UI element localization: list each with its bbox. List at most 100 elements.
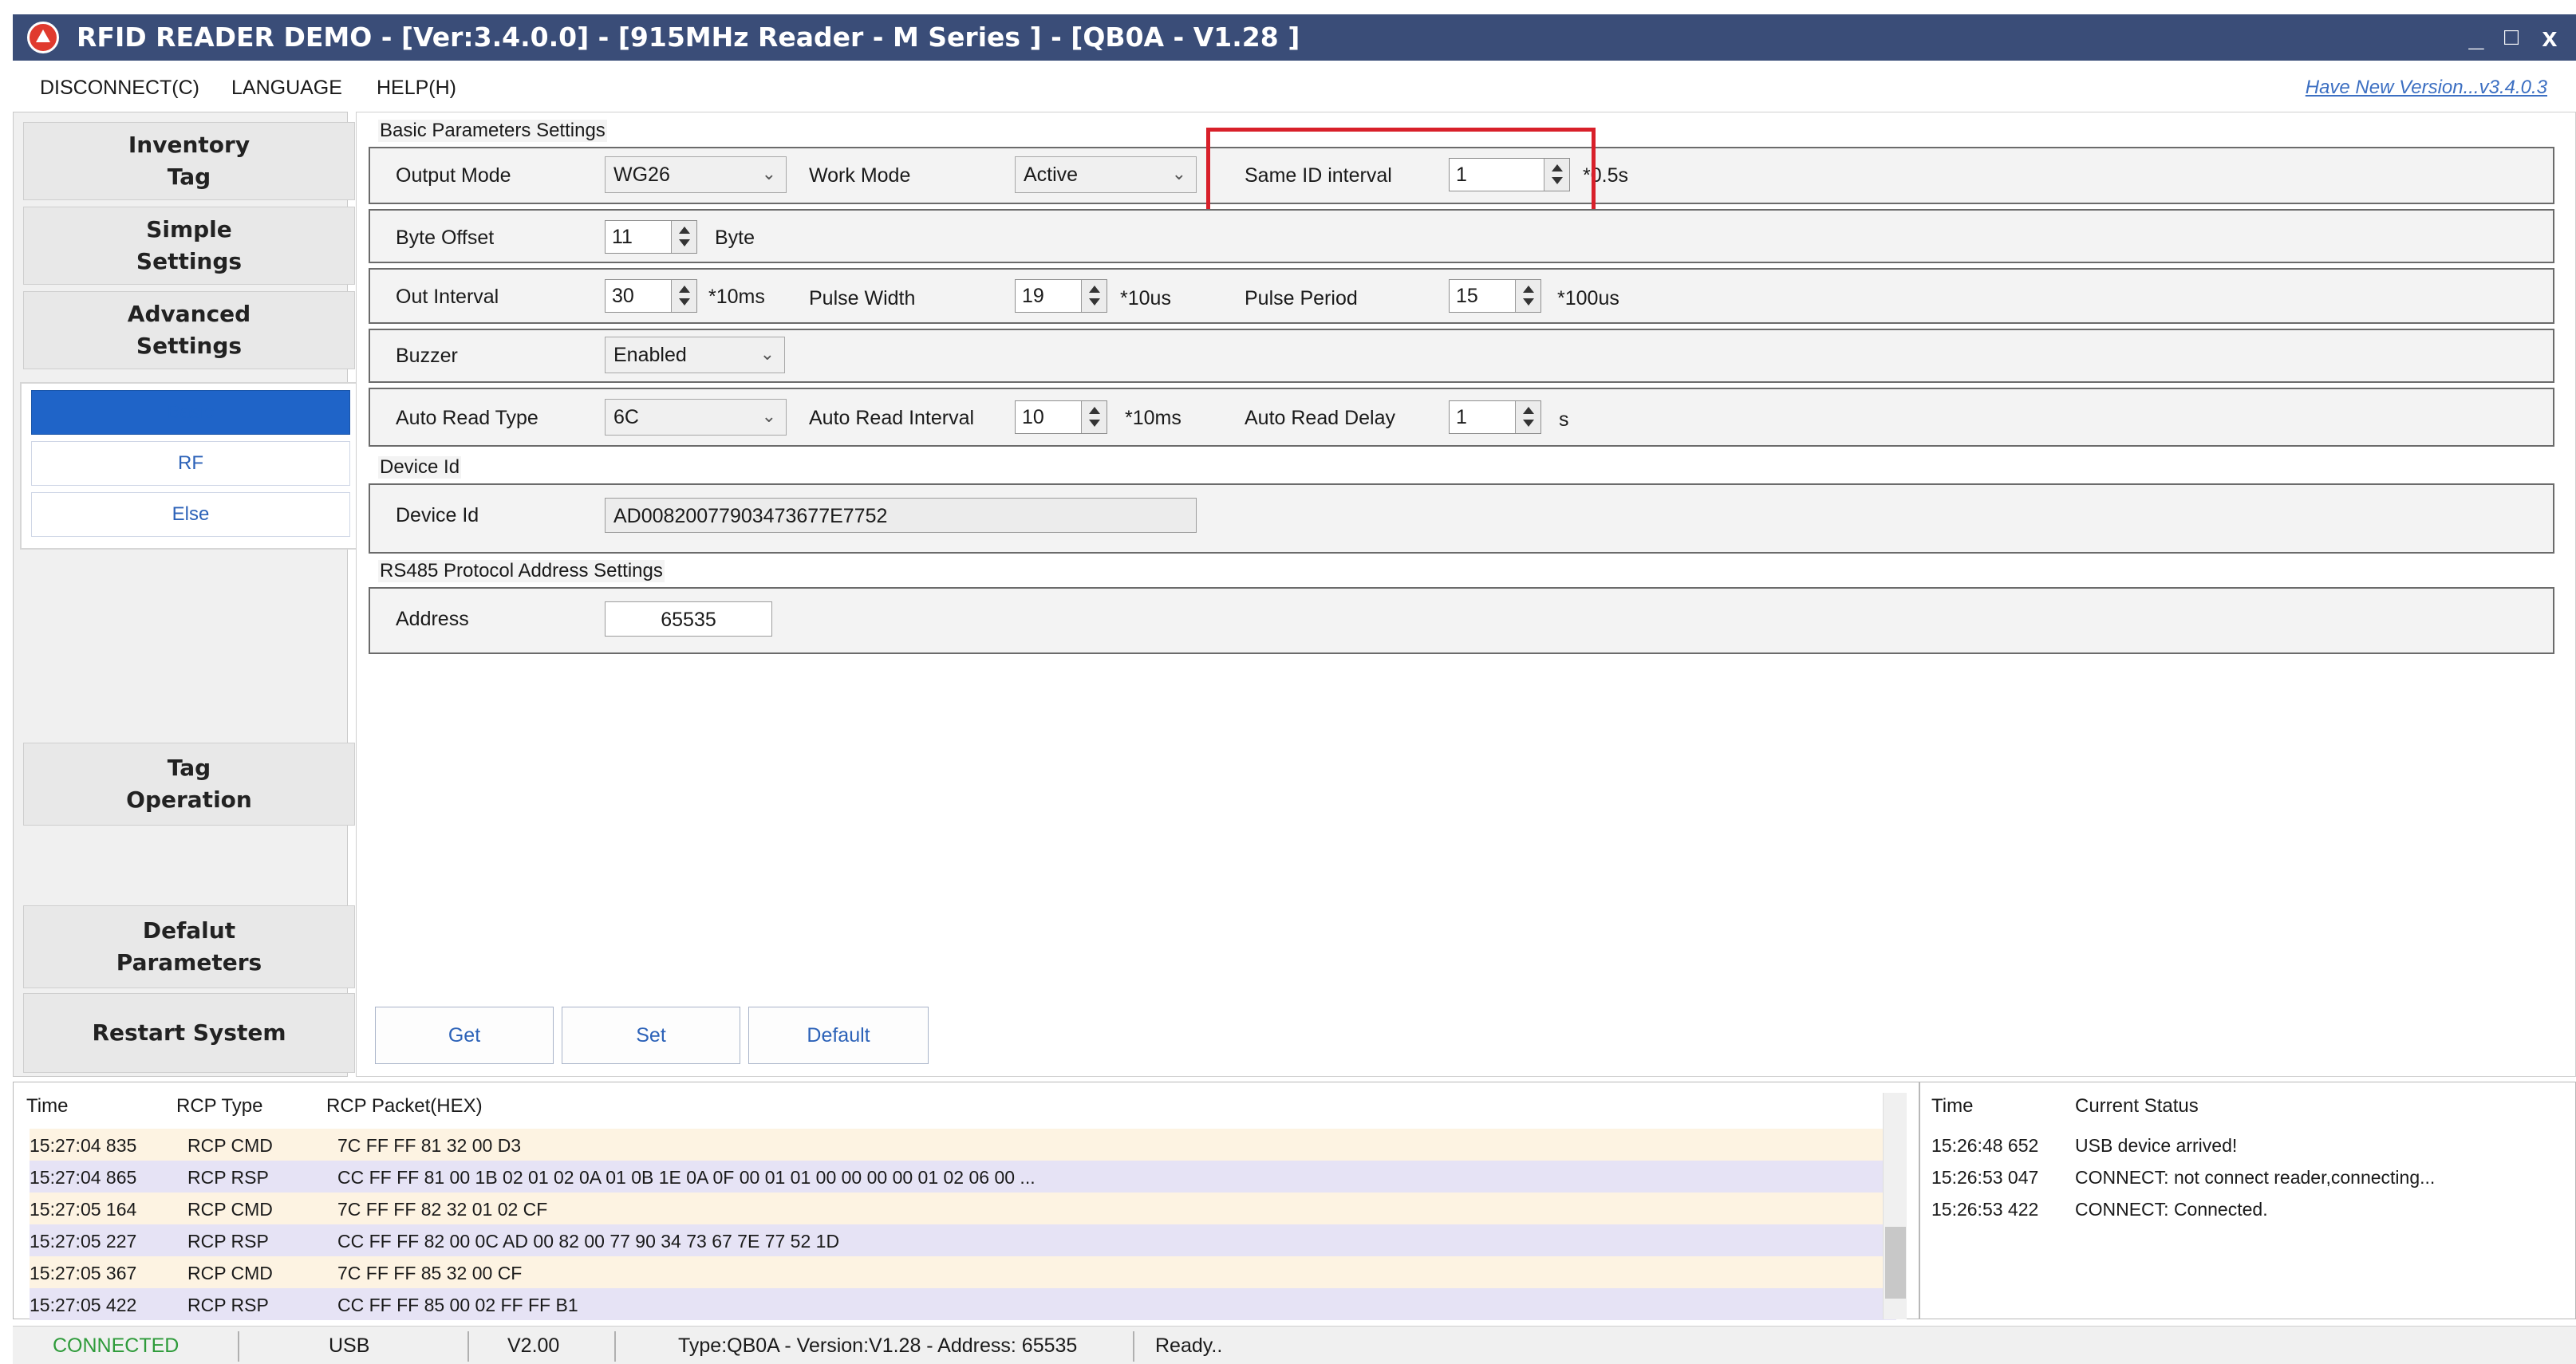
ready-status: Ready.. xyxy=(1155,1334,1223,1357)
log-type: RCP RSP xyxy=(187,1295,269,1315)
log-scrollbar[interactable] xyxy=(1883,1093,1907,1319)
log-packet: CC FF FF 81 00 1B 02 01 02 0A 01 0B 1E 0… xyxy=(337,1167,1036,1188)
out-interval-stepper[interactable]: 30 xyxy=(605,279,697,313)
byte-offset-stepper[interactable]: 11 xyxy=(605,220,697,254)
status-log-table[interactable]: Time Current Status 15:26:48 652 USB dev… xyxy=(1919,1082,2576,1319)
buzzer-select[interactable]: Enabled ⌄ xyxy=(605,337,785,373)
default-button[interactable]: Default xyxy=(748,1007,929,1064)
device-id-label: Device Id xyxy=(396,504,479,526)
address-label: Address xyxy=(396,608,469,630)
log-type: RCP RSP xyxy=(187,1231,269,1252)
log-type: RCP CMD xyxy=(187,1199,273,1220)
log-packet: CC FF FF 82 00 0C AD 00 82 00 77 90 34 7… xyxy=(337,1231,840,1252)
pulse-width-label: Pulse Width xyxy=(809,287,916,309)
connection-status: CONNECTED xyxy=(53,1334,179,1357)
auto-read-delay-label: Auto Read Delay xyxy=(1245,407,1396,429)
status-separator xyxy=(1133,1331,1134,1362)
status-header-time: Time xyxy=(1931,1095,1974,1117)
log-time: 15:27:05 422 xyxy=(30,1295,137,1315)
chevron-down-icon: ⌄ xyxy=(761,164,776,183)
version-status: V2.00 xyxy=(507,1334,560,1357)
subnav-else[interactable]: Else xyxy=(31,492,350,537)
device-info-status: Type:QB0A - Version:V1.28 - Address: 655… xyxy=(678,1334,1078,1357)
byte-offset-value: 11 xyxy=(612,226,633,248)
log-row[interactable]: 15:27:05 367 RCP CMD 7C FF FF 85 32 00 C… xyxy=(30,1256,1896,1288)
log-row[interactable]: 15:27:05 164 RCP CMD 7C FF FF 82 32 01 0… xyxy=(30,1193,1896,1224)
pulse-period-unit: *100us xyxy=(1557,287,1619,309)
status-separator xyxy=(614,1331,616,1362)
nav-tag-operation-label: Tag Operation xyxy=(126,755,252,813)
auto-read-interval-value: 10 xyxy=(1022,406,1044,428)
status-separator xyxy=(238,1331,239,1362)
work-mode-value: Active xyxy=(1024,164,1079,186)
log-row[interactable]: 15:27:04 865 RCP RSP CC FF FF 81 00 1B 0… xyxy=(30,1161,1896,1193)
spin-arrows-icon[interactable] xyxy=(671,280,696,312)
log-type: RCP RSP xyxy=(187,1167,269,1188)
auto-read-delay-stepper[interactable]: 1 xyxy=(1449,400,1541,434)
menu-disconnect[interactable]: DISCONNECT(C) xyxy=(40,77,199,100)
work-mode-label: Work Mode xyxy=(809,164,911,187)
nav-inventory-tag[interactable]: Inventory Tag xyxy=(23,122,355,200)
log-row[interactable]: 15:27:05 422 RCP RSP CC FF FF 85 00 02 F… xyxy=(30,1288,1896,1320)
subnav-basic[interactable]: Basic xyxy=(31,390,350,435)
auto-read-interval-stepper[interactable]: 10 xyxy=(1015,400,1107,434)
log-type: RCP CMD xyxy=(187,1135,273,1156)
auto-read-type-select[interactable]: 6C ⌄ xyxy=(605,399,787,436)
log-header-time: Time xyxy=(26,1095,69,1117)
log-row[interactable]: 15:27:04 835 RCP CMD 7C FF FF 81 32 00 D… xyxy=(30,1129,1896,1161)
get-button[interactable]: Get xyxy=(375,1007,554,1064)
log-packet: 7C FF FF 82 32 01 02 CF xyxy=(337,1199,548,1220)
spin-arrows-icon[interactable] xyxy=(671,221,696,253)
nav-advanced-settings[interactable]: Advanced Settings xyxy=(23,291,355,369)
status-time: 15:26:53 422 xyxy=(1931,1199,2039,1220)
nav-restart-system[interactable]: Restart System xyxy=(23,993,355,1073)
out-interval-unit: *10ms xyxy=(708,286,765,308)
nav-default-label: Defalut Parameters xyxy=(116,917,262,976)
group-basic-title: Basic Parameters Settings xyxy=(378,120,607,142)
nav-inventory-label: Inventory Tag xyxy=(128,132,250,190)
address-field[interactable]: 65535 xyxy=(605,601,772,637)
nav-simple-label: Simple Settings xyxy=(136,216,243,274)
close-button[interactable]: x xyxy=(2534,22,2566,53)
spin-arrows-icon[interactable] xyxy=(1081,280,1107,312)
pulse-period-stepper[interactable]: 15 xyxy=(1449,279,1541,313)
scroll-thumb[interactable] xyxy=(1885,1227,1906,1299)
log-time: 15:27:05 227 xyxy=(30,1231,137,1252)
work-mode-select[interactable]: Active ⌄ xyxy=(1015,156,1197,193)
log-row[interactable]: 15:27:05 227 RCP RSP CC FF FF 82 00 0C A… xyxy=(30,1224,1896,1256)
status-text: CONNECT: Connected. xyxy=(2075,1199,2268,1220)
output-mode-select[interactable]: WG26 ⌄ xyxy=(605,156,787,193)
minimize-button[interactable]: _ xyxy=(2460,22,2492,53)
subnav-rf[interactable]: RF xyxy=(31,441,350,486)
spin-arrows-icon[interactable] xyxy=(1515,280,1540,312)
menu-help[interactable]: HELP(H) xyxy=(377,77,456,100)
status-text: USB device arrived! xyxy=(2075,1135,2238,1156)
left-nav: Inventory Tag Simple Settings Advanced S… xyxy=(13,112,358,1077)
status-text: CONNECT: not connect reader,connecting..… xyxy=(2075,1167,2436,1188)
byte-offset-unit: Byte xyxy=(715,227,755,249)
title-bar: RFID READER DEMO - [Ver:3.4.0.0] - [915M… xyxy=(13,14,2576,61)
auto-read-interval-unit: *10ms xyxy=(1125,407,1181,429)
group-device-id-title: Device Id xyxy=(378,456,462,479)
log-type: RCP CMD xyxy=(187,1263,273,1283)
rcp-log-table[interactable]: Time RCP Type RCP Packet(HEX) ^ 15:27:04… xyxy=(13,1082,1919,1320)
output-mode-value: WG26 xyxy=(613,164,670,186)
nav-default-parameters[interactable]: Defalut Parameters xyxy=(23,905,355,988)
spin-arrows-icon[interactable] xyxy=(1081,401,1107,433)
maximize-button[interactable]: □ xyxy=(2495,22,2527,53)
pulse-width-stepper[interactable]: 19 xyxy=(1015,279,1107,313)
set-button[interactable]: Set xyxy=(562,1007,740,1064)
log-packet: 7C FF FF 81 32 00 D3 xyxy=(337,1135,522,1156)
nav-tag-operation[interactable]: Tag Operation xyxy=(23,743,355,826)
out-interval-value: 30 xyxy=(612,285,634,307)
new-version-link[interactable]: Have New Version...v3.4.0.3 xyxy=(2306,77,2547,99)
chevron-down-icon: ⌄ xyxy=(761,406,776,426)
spin-arrows-icon[interactable] xyxy=(1515,401,1540,433)
log-time: 15:27:05 367 xyxy=(30,1263,137,1283)
auto-read-type-value: 6C xyxy=(613,406,639,428)
log-header-packet: RCP Packet(HEX) xyxy=(326,1095,483,1117)
device-id-field[interactable]: AD00820077903473677E7752 xyxy=(605,498,1197,533)
menu-language[interactable]: LANGUAGE xyxy=(231,77,342,100)
auto-read-type-label: Auto Read Type xyxy=(396,407,538,429)
nav-simple-settings[interactable]: Simple Settings xyxy=(23,207,355,285)
